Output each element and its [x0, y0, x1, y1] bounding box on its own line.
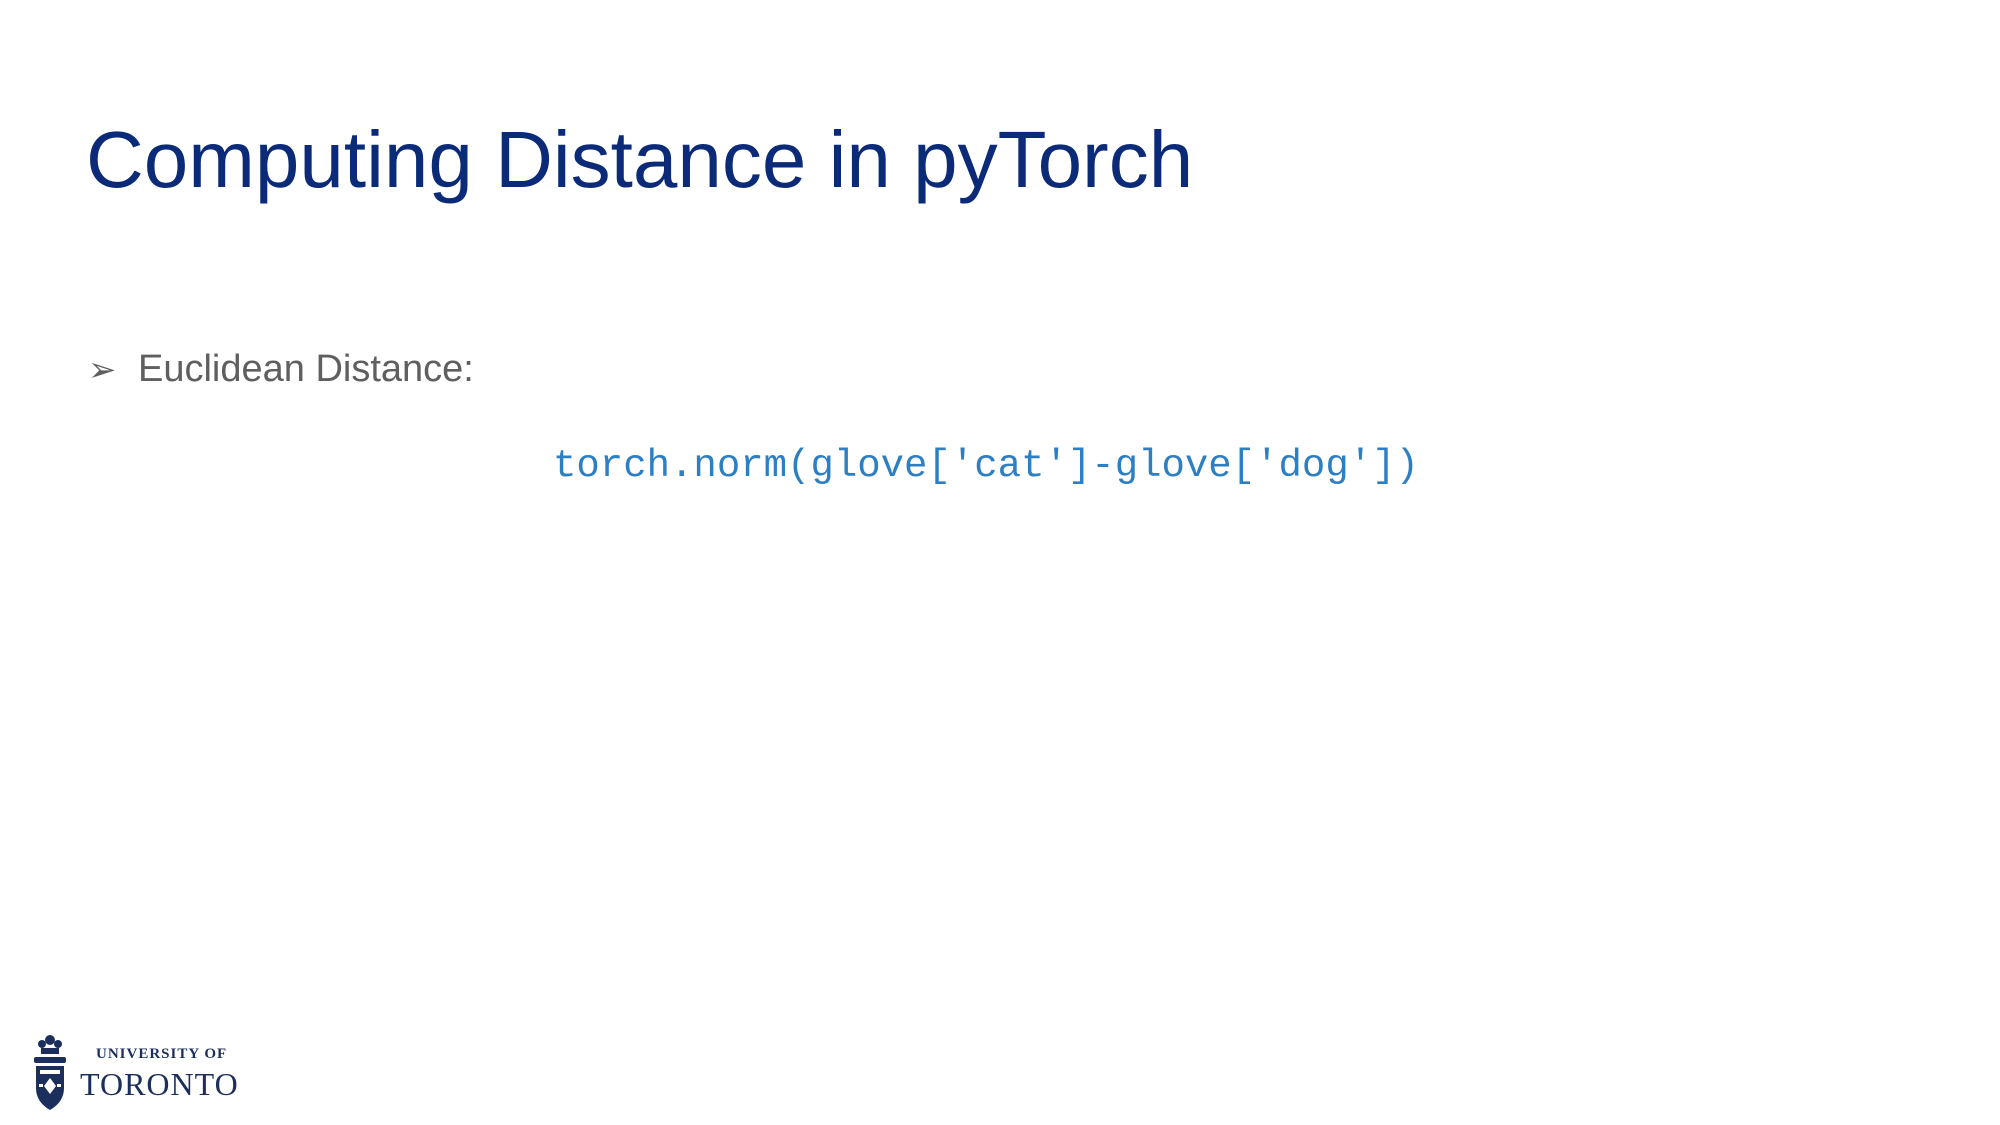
logo-line-toronto: TORONTO	[80, 1065, 239, 1102]
arrow-bullet-icon: ➢	[88, 349, 117, 390]
university-logo: UNIVERSITY OF TORONTO	[30, 1032, 239, 1114]
code-snippet: torch.norm(glove['cat']-glove['dog'])	[553, 444, 1419, 488]
university-crest-icon	[34, 1035, 66, 1110]
slide-title: Computing Distance in pyTorch	[86, 115, 1194, 204]
logo-line-university-of: UNIVERSITY OF	[96, 1045, 228, 1062]
slide: Computing Distance in pyTorch ➢ Euclidea…	[0, 0, 2000, 1125]
bullet-item: ➢ Euclidean Distance:	[88, 348, 474, 391]
bullet-text: Euclidean Distance:	[138, 348, 474, 390]
